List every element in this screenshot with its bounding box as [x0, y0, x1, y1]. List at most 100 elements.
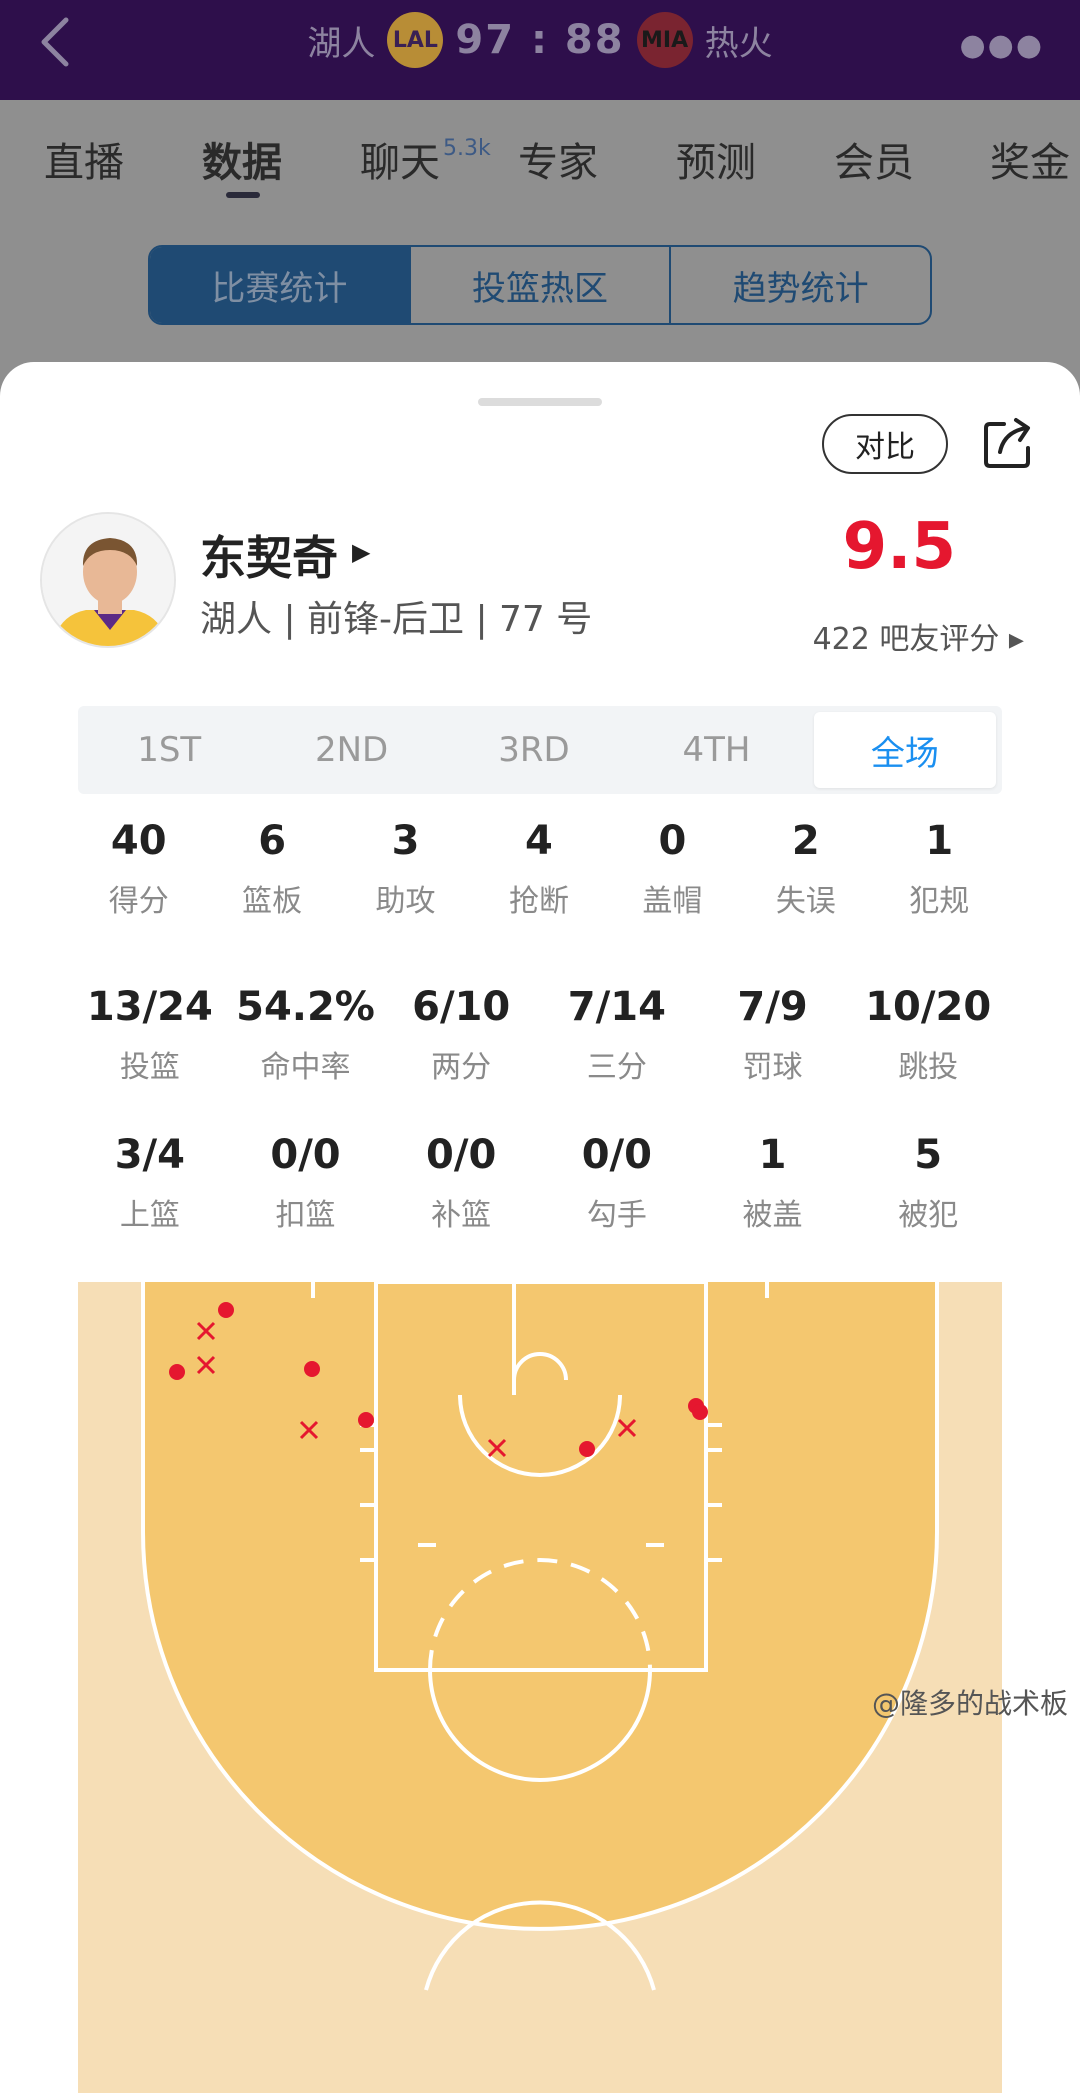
stat-fouls: 1 犯规: [873, 818, 1006, 920]
active-tab-indicator: [226, 192, 260, 198]
stat-value: 6/10: [412, 984, 511, 1030]
segment-game-stats[interactable]: 比赛统计: [150, 247, 409, 323]
stat-layup: 3/4 上篮: [72, 1132, 228, 1234]
player-info: 湖人 | 前锋-后卫 | 77 号: [200, 599, 593, 640]
tab-membership[interactable]: 会员: [834, 130, 914, 188]
rating-count-link[interactable]: 422 吧友评分 ▸: [813, 614, 1024, 658]
stat-value: 0/0: [270, 1132, 341, 1178]
stat-blocks: 0 盖帽: [606, 818, 739, 920]
player-portrait-icon: [42, 514, 174, 646]
main-nav-tabs: 直播 数据 聊天 专家 预测 会员 奖金: [0, 100, 1080, 210]
stat-fg-pct: 54.2% 命中率: [228, 984, 384, 1086]
weibo-watermark: @隆多的战术板: [871, 1687, 1068, 1720]
tab-data[interactable]: 数据: [202, 130, 282, 188]
rating-count-label: 422 吧友评分: [812, 622, 1000, 657]
stat-label: 罚球: [742, 1050, 803, 1085]
player-detail-arrow-icon[interactable]: ▶: [352, 538, 370, 566]
stat-value: 13/24: [86, 984, 213, 1030]
stat-label: 三分: [586, 1050, 647, 1085]
stat-label: 上篮: [119, 1198, 180, 1233]
stat-value: 7/14: [567, 984, 666, 1030]
stat-label: 扣篮: [275, 1198, 336, 1233]
chat-count-badge: 5.3k: [443, 136, 491, 161]
shot-type-stats-row: 3/4 上篮 0/0 扣篮 0/0 补篮 0/0 勾手 1 被盖 5 被犯: [72, 1132, 1006, 1234]
stat-jumpshot: 10/20 跳投: [850, 984, 1006, 1086]
stat-label: 助攻: [375, 884, 436, 919]
stat-rebounds: 6 篮板: [205, 818, 338, 920]
more-options-icon[interactable]: ●●●: [959, 28, 1044, 63]
stat-value: 0: [658, 818, 687, 864]
stat-value: 5: [914, 1132, 943, 1178]
stat-value: 0/0: [581, 1132, 652, 1178]
stat-dunk: 0/0 扣篮: [228, 1132, 384, 1234]
game-score: 97 : 88: [455, 17, 625, 63]
stat-value: 0/0: [426, 1132, 497, 1178]
sheet-drag-handle[interactable]: [478, 398, 602, 406]
stat-hook: 0/0 勾手: [539, 1132, 695, 1234]
period-full-game[interactable]: 全场: [813, 712, 997, 788]
made-shot-marker: [358, 1412, 374, 1428]
stat-value: 1: [758, 1132, 787, 1178]
made-shot-marker: [218, 1302, 234, 1318]
stat-points: 40 得分: [72, 818, 205, 920]
period-2nd[interactable]: 2ND: [260, 706, 442, 794]
stat-label: 盖帽: [642, 884, 703, 919]
stat-value: 3/4: [114, 1132, 185, 1178]
stat-turnovers: 2 失误: [739, 818, 872, 920]
share-icon[interactable]: [982, 416, 1034, 470]
stat-value: 2: [791, 818, 820, 864]
made-shot-marker: [169, 1364, 185, 1380]
stat-label: 勾手: [586, 1198, 647, 1233]
stat-label: 命中率: [260, 1050, 351, 1085]
heat-logo: MIA: [636, 12, 693, 68]
stat-assists: 3 助攻: [339, 818, 472, 920]
tab-bonus[interactable]: 奖金: [990, 130, 1070, 188]
stat-label: 跳投: [898, 1050, 959, 1085]
segment-shot-zones[interactable]: 投篮热区: [408, 247, 670, 323]
stat-fouled: 5 被犯: [850, 1132, 1006, 1234]
period-selector: 1ST 2ND 3RD 4TH 全场: [78, 706, 1002, 794]
stat-tipin: 0/0 补篮: [383, 1132, 539, 1234]
tab-chat[interactable]: 聊天: [360, 130, 440, 188]
stat-ft: 7/9 罚球: [695, 984, 851, 1086]
player-stats-sheet: 对比 东契奇 ▶ 湖人 | 前锋-后卫 | 77 号 9.5 422 吧友评分 …: [0, 362, 1080, 2093]
stat-value: 1: [925, 818, 954, 864]
main-stats-row: 40 得分 6 篮板 3 助攻 4 抢断 0 盖帽 2 失误 1 犯规: [72, 818, 1006, 920]
stat-label: 补篮: [431, 1198, 492, 1233]
stat-label: 得分: [108, 884, 169, 919]
period-3rd[interactable]: 3RD: [443, 706, 625, 794]
made-shot-marker: [304, 1361, 320, 1377]
player-avatar[interactable]: [40, 512, 176, 648]
stat-fg: 13/24 投篮: [72, 984, 228, 1086]
stat-label: 被犯: [898, 1198, 959, 1233]
stat-blocked: 1 被盖: [695, 1132, 851, 1234]
stat-value: 6: [258, 818, 287, 864]
player-rating: 9.5: [842, 510, 956, 584]
player-name[interactable]: 东契奇: [200, 522, 338, 588]
stat-label: 犯规: [909, 884, 970, 919]
stat-value: 4: [525, 818, 553, 864]
made-shot-marker: [692, 1404, 708, 1420]
segment-trend-stats[interactable]: 趋势统计: [669, 247, 930, 323]
stat-2pt: 6/10 两分: [383, 984, 539, 1086]
tab-experts[interactable]: 专家: [518, 130, 598, 188]
tab-live[interactable]: 直播: [44, 130, 124, 188]
stat-label: 投篮: [119, 1050, 180, 1085]
stat-value: 3: [391, 818, 420, 864]
stat-label: 被盖: [742, 1198, 803, 1233]
made-shot-marker: [579, 1441, 595, 1457]
compare-button[interactable]: 对比: [822, 414, 948, 474]
stat-value: 7/9: [737, 984, 808, 1030]
stat-value: 10/20: [865, 984, 992, 1030]
period-1st[interactable]: 1ST: [78, 706, 260, 794]
period-4th[interactable]: 4TH: [625, 706, 807, 794]
lakers-logo: LAL: [387, 12, 444, 68]
stats-segment-control: 比赛统计 投篮热区 趋势统计: [148, 245, 932, 325]
stat-label: 篮板: [242, 884, 303, 919]
stat-label: 抢断: [508, 884, 569, 919]
stat-label: 失误: [775, 884, 836, 919]
stat-steals: 4 抢断: [472, 818, 605, 920]
away-team-name: 热火: [704, 23, 773, 64]
scoreline: 湖人 LAL 97 : 88 MIA 热火: [0, 10, 1080, 70]
tab-predict[interactable]: 预测: [676, 130, 756, 188]
